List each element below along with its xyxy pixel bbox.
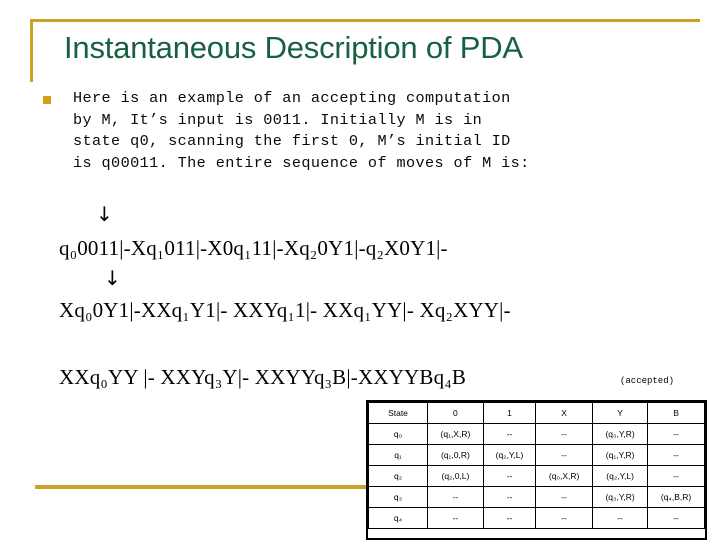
transition-cell: (q₀,X,R)	[535, 465, 594, 487]
column-header-b: B	[647, 402, 705, 424]
state-cell: q₃	[368, 486, 428, 508]
transition-cell: (q₁,Y,R)	[592, 444, 649, 466]
column-header-y: Y	[592, 402, 649, 424]
state-cell: q₂	[368, 465, 428, 487]
state-cell: q₁	[368, 444, 428, 466]
transition-cell: --	[427, 486, 484, 508]
column-header-x: X	[535, 402, 594, 424]
transition-table: State 0 1 X Y Bq₀ (q₁,X,R) -- -- (q₃,Y,R) -- q₁ (q₁,…	[368, 402, 705, 529]
page-title: Instantaneous Description of PDA	[64, 30, 523, 65]
body-paragraph: Here is an example of an accepting compu…	[73, 89, 530, 172]
slide-canvas: Instantaneous Description of PDA Here is…	[0, 0, 720, 540]
table-header-row: State 0 1 X Y B	[368, 402, 705, 424]
derivation-line-3: XXq₀YY |- XXYq₃Y|- XXYYq₃B|-XXYYBq₄B	[59, 365, 467, 389]
down-arrow-icon-2: ↓	[104, 266, 121, 290]
title-frame-top-rule	[30, 19, 700, 22]
transition-cell: --	[647, 423, 705, 445]
table-row: q₄ -- -- -- -- --	[368, 507, 705, 529]
bullet-square-icon	[43, 96, 51, 104]
transition-cell: --	[535, 444, 594, 466]
transition-cell: --	[647, 444, 705, 466]
down-arrow-icon-1: ↓	[96, 202, 113, 226]
transition-cell: (q₁,0,R)	[427, 444, 484, 466]
transition-cell: --	[535, 423, 594, 445]
transition-cell: --	[482, 486, 537, 508]
transition-cell: --	[592, 507, 649, 529]
table-row: q₀ (q₁,X,R) -- -- (q₃,Y,R) --	[368, 423, 705, 445]
state-cell: q₄	[368, 507, 428, 529]
derivation-line-1: q₀0011|-Xq₁011|-X0q₁11|-Xq₂0Y1|-q₂X0Y1|-	[59, 236, 448, 260]
transition-cell: --	[647, 507, 705, 529]
transition-cell: (q₁,X,R)	[427, 423, 484, 445]
table-row: q₂ (q₂,0,L) -- (q₀,X,R) (q₂,Y,L) --	[368, 465, 705, 487]
transition-cell: --	[482, 423, 537, 445]
transition-cell: --	[482, 465, 537, 487]
transition-cell: (q₂,Y,L)	[592, 465, 649, 487]
transition-cell: --	[535, 486, 594, 508]
transition-cell: (q₂,0,L)	[427, 465, 484, 487]
transition-cell: --	[647, 465, 705, 487]
accepted-note: (accepted)	[620, 376, 675, 386]
table-row: q₃ -- -- -- (q₃,Y,R) (q₄,B,R)	[368, 486, 705, 508]
state-cell: q₀	[368, 423, 428, 445]
transition-cell: (q₃,Y,R)	[592, 423, 649, 445]
derivation-line-2: Xq₀0Y1|-XXq₁Y1|- XXYq₁1|- XXq₁YY|- Xq₂XY…	[59, 298, 511, 322]
transition-cell: (q₂,Y,L)	[482, 444, 537, 466]
transition-cell: --	[535, 507, 594, 529]
transition-cell: --	[482, 507, 537, 529]
transition-cell: (q₃,Y,R)	[592, 486, 649, 508]
table-row: q₁ (q₁,0,R) (q₂,Y,L) -- (q₁,Y,R) --	[368, 444, 705, 466]
title-frame-left-rule	[30, 19, 33, 82]
column-header-0: 0	[427, 402, 484, 424]
transition-cell: (q₄,B,R)	[647, 486, 705, 508]
column-header-state: State	[368, 402, 428, 424]
column-header-1: 1	[482, 402, 537, 424]
transition-cell: --	[427, 507, 484, 529]
